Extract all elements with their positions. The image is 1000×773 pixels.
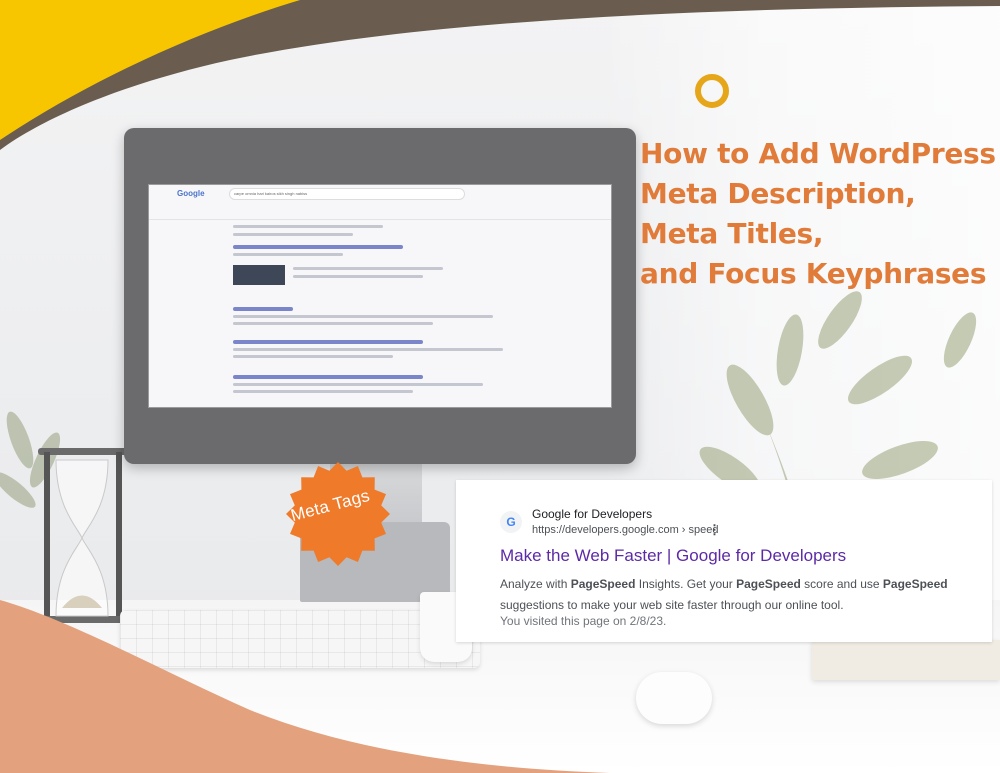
monitor-screen: Google carpe omnia hari kairos sikh sing… xyxy=(148,184,612,408)
more-options-icon[interactable]: ⋮ xyxy=(708,522,721,538)
screen-search-box: carpe omnia hari kairos sikh singh nabis… xyxy=(229,188,465,200)
screen-google-logo: Google xyxy=(177,189,205,198)
ring-icon xyxy=(695,74,729,108)
title-line: and Focus Keyphrases xyxy=(640,257,987,290)
result-site-name: Google for Developers xyxy=(532,507,653,521)
google-favicon-icon: G xyxy=(500,511,522,533)
title-line: Meta Titles, xyxy=(640,217,824,250)
result-snippet: Analyze with PageSpeed Insights. Get you… xyxy=(500,577,948,612)
mouse xyxy=(636,672,712,724)
search-result-card: G Google for Developers https://develope… xyxy=(456,480,992,642)
result-title-link[interactable]: Make the Web Faster | Google for Develop… xyxy=(500,546,846,566)
title-line: How to Add WordPress xyxy=(640,137,996,170)
book-stack xyxy=(812,640,1000,680)
page-title: How to Add WordPress Meta Description, M… xyxy=(640,134,1000,294)
screen-search-header: Google carpe omnia hari kairos sikh sing… xyxy=(149,185,611,220)
result-url[interactable]: https://developers.google.com › speed xyxy=(532,524,719,536)
title-line: Meta Description, xyxy=(640,177,916,210)
visited-note: You visited this page on 2/8/23. xyxy=(500,614,667,628)
screen-video-thumbnail xyxy=(233,265,285,285)
